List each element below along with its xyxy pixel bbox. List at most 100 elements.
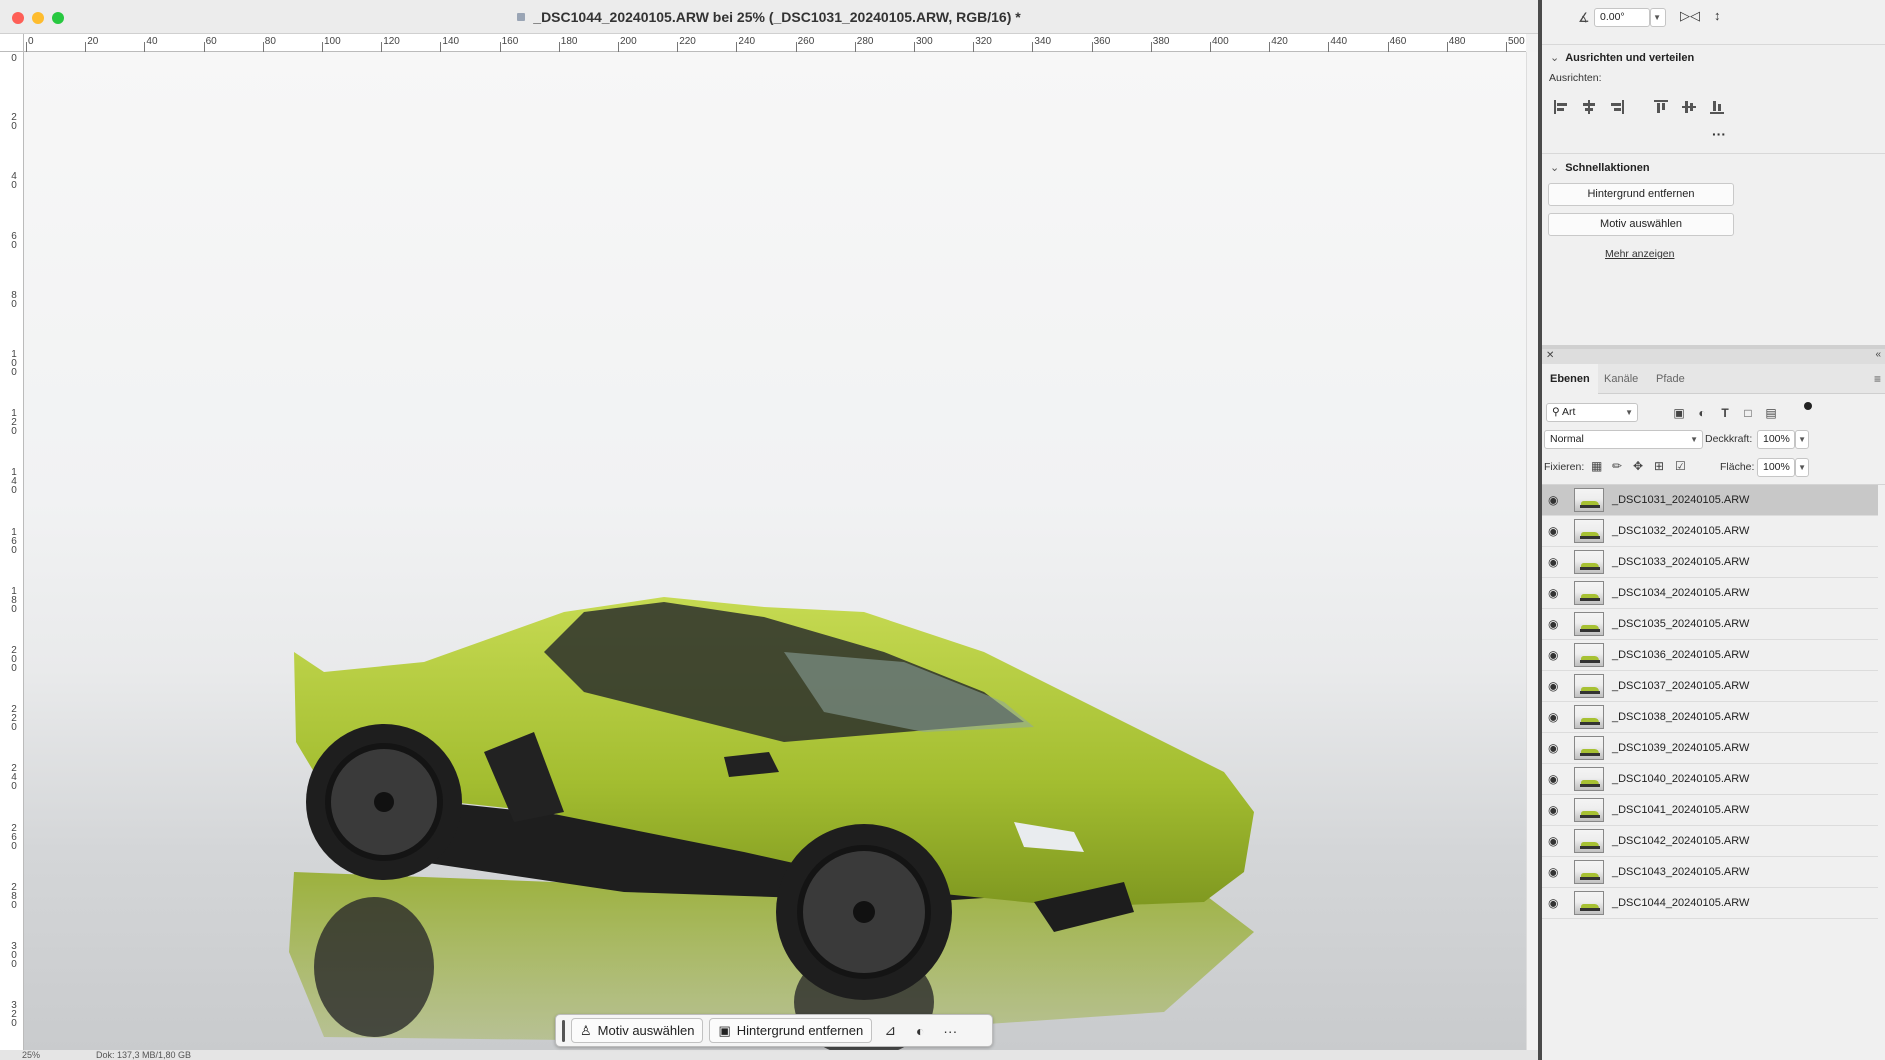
vertical-ruler[interactable]: 0 20 40 60 80 100 120 140 160 180 200 220 240 260 280 3…: [0, 52, 24, 1050]
panel-menu-icon[interactable]: ≡: [1874, 372, 1881, 386]
layer-row[interactable]: ◉ _DSC1034_20240105.ARW: [1542, 578, 1878, 609]
tab-layers[interactable]: Ebenen: [1542, 364, 1598, 394]
quick-actions-title: Schnellaktionen: [1565, 162, 1650, 174]
lock-artboard-icon[interactable]: ⊞: [1654, 459, 1664, 473]
remove-background-button[interactable]: ▣ Hintergrund entfernen: [709, 1018, 873, 1043]
filter-toggle-icon[interactable]: [1804, 402, 1812, 410]
collapse-icon[interactable]: «: [1875, 349, 1881, 360]
type-layer-filter-icon[interactable]: T: [1718, 406, 1732, 420]
angle-dropdown[interactable]: ▼: [1650, 8, 1666, 27]
layer-row[interactable]: ◉ _DSC1043_20240105.ARW: [1542, 857, 1878, 888]
ruler-h-label: 100: [324, 36, 341, 47]
align-right-edges-icon[interactable]: [1610, 100, 1624, 114]
visibility-eye-icon[interactable]: ◉: [1548, 680, 1562, 692]
show-more-link[interactable]: Mehr anzeigen: [1605, 248, 1674, 260]
smart-object-filter-icon[interactable]: ▤: [1764, 406, 1778, 420]
layer-row[interactable]: ◉ _DSC1032_20240105.ARW: [1542, 516, 1878, 547]
angle-input[interactable]: 0.00°: [1594, 8, 1650, 27]
visibility-eye-icon[interactable]: ◉: [1548, 804, 1562, 816]
lock-image-pixels-icon[interactable]: ✏: [1612, 459, 1622, 473]
layer-filter-dropdown[interactable]: ⚲ Art ▼: [1546, 403, 1638, 422]
blend-mode-dropdown[interactable]: Normal ▼: [1544, 430, 1703, 449]
visibility-eye-icon[interactable]: ◉: [1548, 525, 1562, 537]
ruler-v-label: 100: [11, 349, 17, 378]
fill-input[interactable]: 100%: [1757, 458, 1795, 477]
layer-row[interactable]: ◉ _DSC1037_20240105.ARW: [1542, 671, 1878, 702]
layer-row[interactable]: ◉ _DSC1033_20240105.ARW: [1542, 547, 1878, 578]
layer-row[interactable]: ◉ _DSC1036_20240105.ARW: [1542, 640, 1878, 671]
select-subject-button[interactable]: ♙ Motiv auswählen: [571, 1018, 704, 1043]
fill-dropdown[interactable]: ▼: [1795, 458, 1809, 477]
layer-row[interactable]: ◉ _DSC1040_20240105.ARW: [1542, 764, 1878, 795]
align-bottom-edges-icon[interactable]: [1710, 100, 1724, 114]
more-options-icon[interactable]: ···: [938, 1018, 962, 1043]
adjustment-layer-filter-icon[interactable]: ◐: [1695, 406, 1709, 420]
layer-row[interactable]: ◉ _DSC1044_20240105.ARW: [1542, 888, 1878, 919]
layers-tabbar: Ebenen Kanäle Pfade ≡: [1542, 364, 1885, 394]
align-vertical-centers-icon[interactable]: [1682, 100, 1696, 114]
visibility-eye-icon[interactable]: ◉: [1548, 494, 1562, 506]
shape-layer-filter-icon[interactable]: □: [1741, 406, 1755, 420]
quick-actions-header[interactable]: ⌄ Schnellaktionen: [1550, 161, 1650, 174]
visibility-eye-icon[interactable]: ◉: [1548, 587, 1562, 599]
quick-remove-background-button[interactable]: Hintergrund entfernen: [1548, 183, 1734, 206]
drag-handle[interactable]: [562, 1019, 565, 1042]
align-top-edges-icon[interactable]: [1654, 100, 1668, 114]
document-info[interactable]: Dok: 137,3 MB/1,80 GB: [96, 1050, 191, 1060]
align-more-icon[interactable]: ···: [1712, 126, 1726, 142]
opacity-dropdown[interactable]: ▼: [1795, 430, 1809, 449]
layer-row[interactable]: ◉ _DSC1042_20240105.ARW: [1542, 826, 1878, 857]
close-icon[interactable]: ✕: [1546, 350, 1554, 361]
visibility-eye-icon[interactable]: ◉: [1548, 556, 1562, 568]
horizontal-ruler[interactable]: 0 20 40 60 80 100 120 140 160 180 200 220 240 260 280 3…: [24, 34, 1526, 52]
opacity-input[interactable]: 100%: [1757, 430, 1795, 449]
align-horizontal-centers-icon[interactable]: [1582, 100, 1596, 114]
tab-channels[interactable]: Kanäle: [1596, 364, 1646, 394]
visibility-eye-icon[interactable]: ◉: [1548, 711, 1562, 723]
tab-paths[interactable]: Pfade: [1648, 364, 1693, 394]
maximize-window-button[interactable]: [52, 12, 64, 24]
visibility-eye-icon[interactable]: ◉: [1548, 897, 1562, 909]
ruler-h-label: 460: [1389, 36, 1407, 47]
zoom-level[interactable]: 25%: [22, 1050, 40, 1060]
image-canvas[interactable]: [24, 52, 1526, 1050]
flip-vertical-icon[interactable]: ↕: [1714, 8, 1721, 23]
panel-group-header: ✕ «: [1542, 349, 1885, 364]
lock-transparency-icon[interactable]: ▦: [1591, 459, 1602, 473]
visibility-eye-icon[interactable]: ◉: [1548, 835, 1562, 847]
layer-name: _DSC1031_20240105.ARW: [1612, 494, 1750, 506]
remove-background-label: Hintergrund entfernen: [736, 1023, 864, 1038]
ruler-h-label: 140: [442, 36, 460, 47]
visibility-eye-icon[interactable]: ◉: [1548, 618, 1562, 630]
visibility-eye-icon[interactable]: ◉: [1548, 866, 1562, 878]
layer-thumbnail: [1574, 860, 1604, 884]
visibility-eye-icon[interactable]: ◉: [1548, 649, 1562, 661]
lock-all-icon[interactable]: ☑: [1675, 459, 1686, 473]
flip-horizontal-icon[interactable]: ▷◁: [1680, 8, 1700, 24]
layer-row[interactable]: ◉ _DSC1031_20240105.ARW: [1542, 485, 1878, 516]
adjustment-icon[interactable]: ◐: [908, 1018, 932, 1043]
lock-label: Fixieren:: [1544, 461, 1585, 473]
close-window-button[interactable]: [12, 12, 24, 24]
chevron-down-icon: ⌄: [1550, 52, 1560, 64]
lock-position-icon[interactable]: ✥: [1633, 459, 1643, 473]
layer-row[interactable]: ◉ _DSC1035_20240105.ARW: [1542, 609, 1878, 640]
person-icon: ♙: [580, 1022, 592, 1038]
pixel-layer-filter-icon[interactable]: ▣: [1672, 406, 1686, 420]
align-section-header[interactable]: ⌄ Ausrichten und verteilen: [1550, 51, 1694, 64]
visibility-eye-icon[interactable]: ◉: [1548, 773, 1562, 785]
quick-select-subject-button[interactable]: Motiv auswählen: [1548, 213, 1734, 236]
divider: [1542, 44, 1885, 45]
align-section-title: Ausrichten und verteilen: [1565, 52, 1695, 64]
ruler-v-label: 160: [11, 526, 17, 556]
align-left-edges-icon[interactable]: [1554, 100, 1568, 114]
car-thumb-shadow: [1580, 908, 1600, 911]
layer-row[interactable]: ◉ _DSC1039_20240105.ARW: [1542, 733, 1878, 764]
transform-icon[interactable]: ⊿: [878, 1018, 902, 1043]
visibility-eye-icon[interactable]: ◉: [1548, 742, 1562, 754]
layer-row[interactable]: ◉ _DSC1038_20240105.ARW: [1542, 702, 1878, 733]
vertical-scrollbar[interactable]: [1526, 52, 1538, 1060]
minimize-window-button[interactable]: [32, 12, 44, 24]
ruler-origin[interactable]: [0, 34, 24, 52]
layer-row[interactable]: ◉ _DSC1041_20240105.ARW: [1542, 795, 1878, 826]
